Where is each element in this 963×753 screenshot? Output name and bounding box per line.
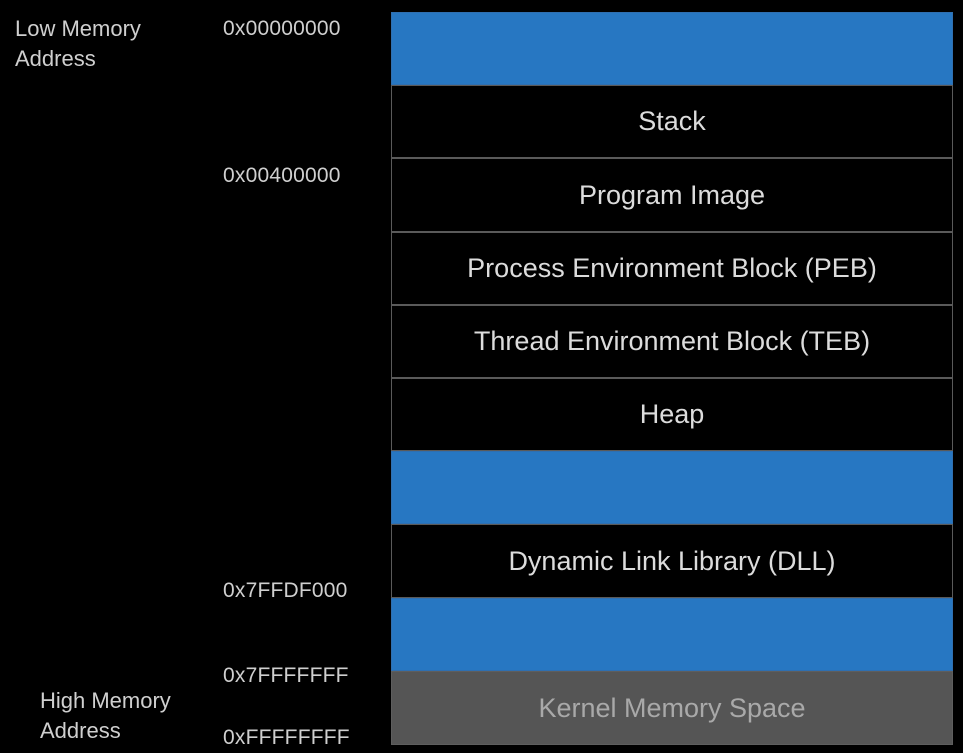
segment-heap: Heap	[391, 378, 953, 451]
low-memory-address-label: Low Memory Address	[15, 16, 141, 71]
address-label-0x7fffffff: 0x7FFFFFFF	[223, 664, 349, 687]
address-label-0x7ffdf000: 0x7FFDF000	[223, 579, 348, 602]
segment-free-2	[391, 451, 953, 524]
segment-free-1	[391, 12, 953, 85]
segment-dll: Dynamic Link Library (DLL)	[391, 524, 953, 598]
segment-free-3	[391, 598, 953, 671]
address-label-0x00000000: 0x00000000	[223, 17, 341, 40]
segment-teb: Thread Environment Block (TEB)	[391, 305, 953, 378]
address-label-0xffffffff: 0xFFFFFFFF	[223, 726, 350, 749]
segment-peb: Process Environment Block (PEB)	[391, 232, 953, 305]
segment-stack: Stack	[391, 85, 953, 158]
high-memory-address-label: High Memory Address	[40, 688, 171, 743]
address-label-0x00400000: 0x00400000	[223, 164, 341, 187]
segment-program-image: Program Image	[391, 158, 953, 232]
segment-kernel-memory-space: Kernel Memory Space	[391, 671, 953, 745]
memory-map: Stack Program Image Process Environment …	[391, 12, 955, 745]
